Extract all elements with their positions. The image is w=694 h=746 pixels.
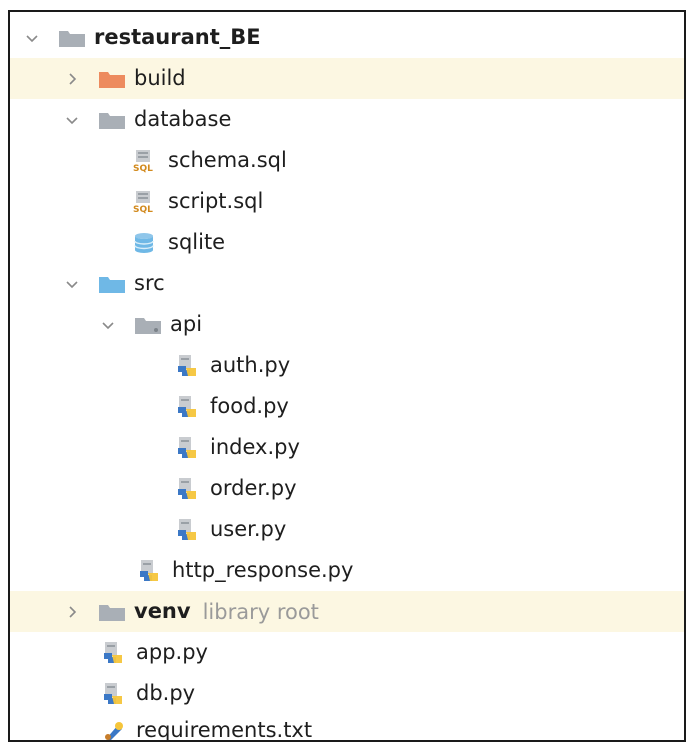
tree-row-src[interactable]: src: [10, 263, 684, 304]
chevron-down-icon[interactable]: [64, 112, 80, 128]
tree-label: auth.py: [210, 353, 291, 377]
tree-row-api[interactable]: api: [10, 304, 684, 345]
python-file-icon: [174, 477, 202, 501]
tree-row-db-py[interactable]: db.py: [10, 673, 684, 714]
chevron-down-icon[interactable]: [64, 276, 80, 292]
folder-icon: [98, 108, 126, 132]
tree-label: build: [134, 66, 186, 90]
python-file-icon: [174, 395, 202, 419]
sql-file-icon: SQL: [132, 190, 160, 214]
tree-row-restaurant-be[interactable]: restaurant_BE: [10, 17, 684, 58]
package-icon: [134, 313, 162, 337]
python-file-icon: [136, 559, 164, 583]
folder-icon: [58, 26, 86, 50]
tree-label: app.py: [136, 640, 208, 664]
tree-label: http_response.py: [172, 558, 354, 582]
tree-label: database: [134, 107, 232, 131]
tree-row-user-py[interactable]: user.py: [10, 509, 684, 550]
tree-label: order.py: [210, 476, 297, 500]
python-file-icon: [174, 354, 202, 378]
python-file-icon: [100, 641, 128, 665]
tree-row-venv[interactable]: venv library root: [10, 591, 684, 632]
tree-label: restaurant_BE: [94, 25, 261, 49]
sql-file-icon: SQL: [132, 149, 160, 173]
project-tree: restaurant_BE build database SQL schema.…: [8, 10, 686, 742]
tree-label: src: [134, 271, 165, 295]
chevron-right-icon[interactable]: [64, 604, 80, 620]
python-file-icon: [100, 682, 128, 706]
tree-label: index.py: [210, 435, 300, 459]
tree-row-food-py[interactable]: food.py: [10, 386, 684, 427]
tree-row-index-py[interactable]: index.py: [10, 427, 684, 468]
tree-row-script-sql[interactable]: SQL script.sql: [10, 181, 684, 222]
tree-row-database[interactable]: database: [10, 99, 684, 140]
tree-label: food.py: [210, 394, 289, 418]
excluded-folder-icon: [98, 67, 126, 91]
tree-label: schema.sql: [168, 148, 287, 172]
tree-row-schema-sql[interactable]: SQL schema.sql: [10, 140, 684, 181]
svg-text:SQL: SQL: [133, 205, 153, 214]
tree-label: sqlite: [168, 230, 226, 254]
chevron-right-icon[interactable]: [64, 71, 80, 87]
tree-label: db.py: [136, 681, 196, 705]
tree-label: api: [170, 312, 203, 336]
python-file-icon: [174, 436, 202, 460]
library-root-hint: library root: [202, 599, 319, 624]
tree-row-auth-py[interactable]: auth.py: [10, 345, 684, 386]
folder-icon: [98, 600, 126, 624]
tree-row-sqlite[interactable]: sqlite: [10, 222, 684, 263]
database-icon: [132, 231, 160, 255]
tree-label: user.py: [210, 517, 287, 541]
tree-label: venv: [134, 599, 191, 623]
source-folder-icon: [98, 272, 126, 296]
python-file-icon: [174, 518, 202, 542]
tree-label: requirements.txt: [136, 718, 313, 742]
requirements-file-icon: [100, 719, 128, 740]
tree-row-app-py[interactable]: app.py: [10, 632, 684, 673]
tree-row-http-response-py[interactable]: http_response.py: [10, 550, 684, 591]
svg-text:SQL: SQL: [133, 164, 153, 173]
tree-label: script.sql: [168, 189, 264, 213]
tree-row-build[interactable]: build: [10, 58, 684, 99]
tree-row-order-py[interactable]: order.py: [10, 468, 684, 509]
tree-row-requirements-txt[interactable]: requirements.txt: [10, 710, 684, 742]
chevron-down-icon[interactable]: [100, 317, 116, 333]
chevron-down-icon[interactable]: [24, 30, 40, 46]
